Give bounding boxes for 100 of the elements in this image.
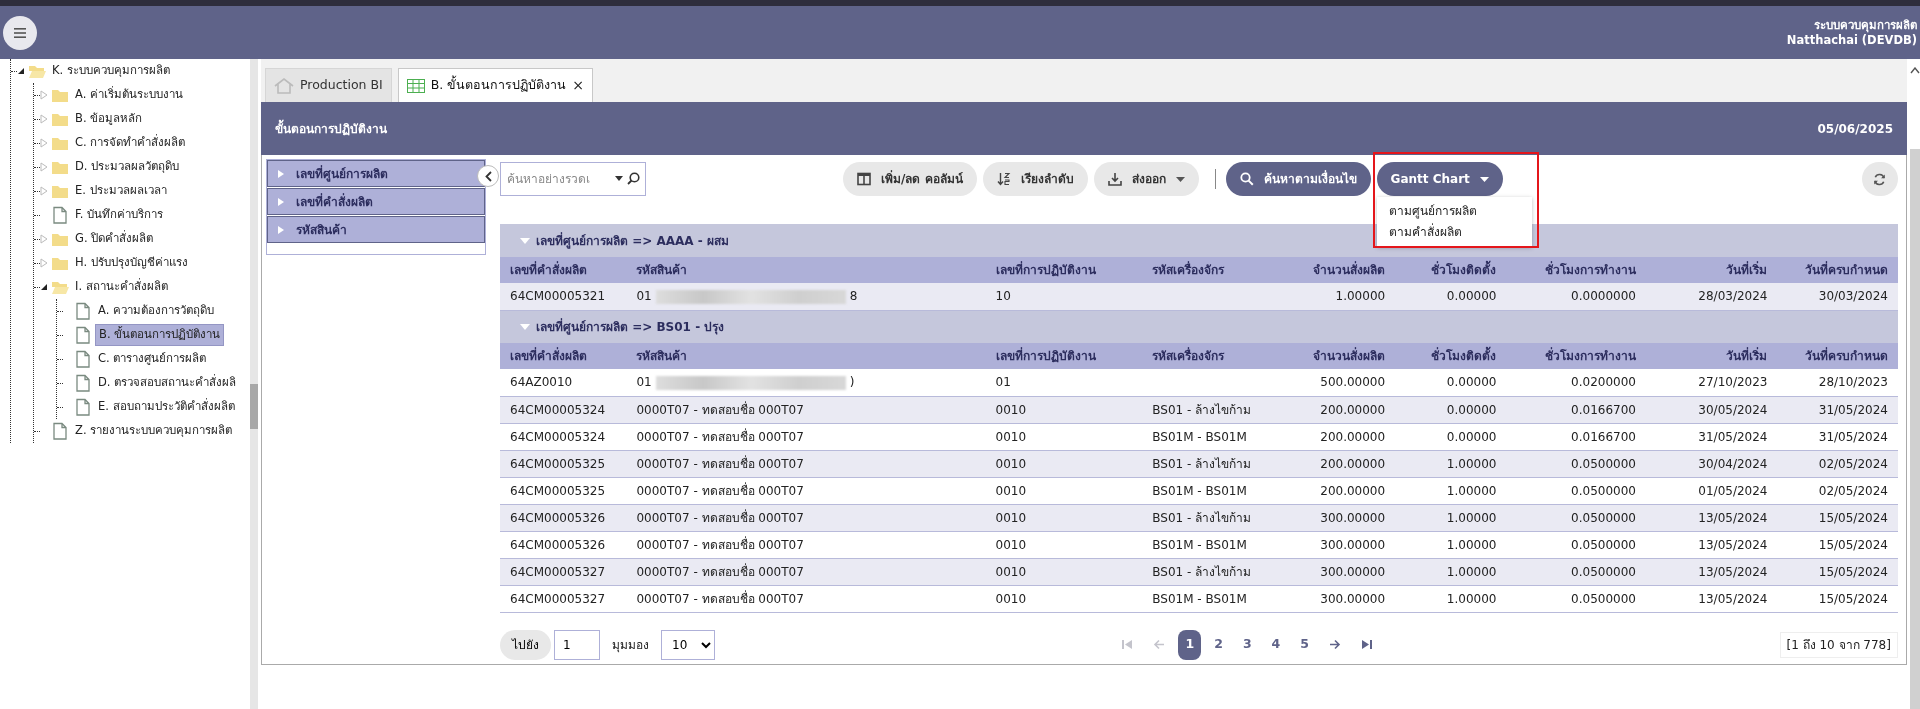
table-cell: BS01 - ล้างไขก้าม bbox=[1152, 456, 1252, 471]
tree-item[interactable]: D. ตรวจสอบสถานะคำสั่งผลิ bbox=[95, 373, 240, 393]
caret-down-icon[interactable] bbox=[615, 176, 623, 181]
tree-item[interactable]: C. การจัดทำคำสั่งผลิต bbox=[72, 133, 189, 153]
table-cell: 0010 bbox=[995, 483, 1027, 498]
group-title: เลขที่ศูนย์การผลิต => AAAA - ผสม bbox=[536, 231, 729, 250]
table-cell: 1.00000 bbox=[1446, 564, 1497, 579]
menu-item[interactable]: ตามคำสั่งผลิต bbox=[1376, 222, 1532, 243]
toolbar-button[interactable]: เพิ่ม/ลด คอลัมน์ bbox=[843, 162, 977, 196]
refresh-icon bbox=[1873, 172, 1887, 186]
tree-item[interactable]: E. ประมวลผลเวลา bbox=[72, 181, 170, 201]
table-cell: 0000T07 - ทดสอบชื่อ 000T07 bbox=[636, 456, 804, 471]
table-cell: 64CM00005324 bbox=[510, 429, 606, 444]
page-button[interactable]: 1 bbox=[1178, 629, 1202, 660]
column-header[interactable]: วันที่ครบกำหนด bbox=[1777, 343, 1898, 369]
filter-item[interactable]: เลขที่คำสั่งผลิต bbox=[267, 188, 485, 215]
tree-item[interactable]: F. บันทึกค่าบริการ bbox=[72, 205, 167, 225]
tree-item[interactable]: A. ความต้องการวัตถุดิบ bbox=[95, 301, 217, 321]
tree-item[interactable]: E. สอบถามประวัติคำสั่งผลิต bbox=[95, 397, 238, 417]
page-button[interactable]: 5 bbox=[1293, 629, 1316, 660]
table-cell: 200.00000 bbox=[1320, 429, 1386, 444]
file-icon bbox=[51, 422, 69, 440]
collapsed-toggle-icon[interactable] bbox=[40, 90, 48, 100]
table-cell: 64CM00005326 bbox=[510, 510, 606, 525]
column-header[interactable]: ชั่วโมงติดตั้ง bbox=[1395, 343, 1507, 369]
table-icon bbox=[406, 78, 425, 93]
table-cell: 31/05/2024 bbox=[1818, 429, 1888, 444]
scrollbar-thumb[interactable] bbox=[250, 384, 258, 429]
column-header[interactable]: เลขที่คำสั่งผลิต bbox=[500, 257, 627, 283]
column-header[interactable]: วันที่ครบกำหนด bbox=[1777, 257, 1898, 283]
menu-item[interactable]: ตามศูนย์การผลิต bbox=[1376, 201, 1532, 222]
collapsed-toggle-icon[interactable] bbox=[40, 186, 48, 196]
column-header[interactable]: เลขที่การปฏิบัติงาน bbox=[985, 343, 1143, 369]
goto-button[interactable]: ไปยัง bbox=[500, 629, 551, 660]
scrollbar[interactable] bbox=[1910, 59, 1920, 709]
toolbar-button[interactable]: เรียงลำดับ bbox=[982, 162, 1088, 196]
page-input[interactable]: 1 bbox=[554, 629, 600, 660]
refresh-button[interactable] bbox=[1861, 162, 1898, 196]
collapsed-toggle-icon[interactable] bbox=[40, 162, 48, 172]
column-header[interactable]: รหัสสินค้า bbox=[626, 343, 986, 369]
table-cell: 300.00000 bbox=[1320, 564, 1386, 579]
collapse-arrow-icon[interactable] bbox=[520, 323, 530, 330]
filter-item[interactable]: รหัสสินค้า bbox=[267, 216, 485, 243]
tree-item[interactable]: G. ปิดคำสั่งผลิต bbox=[72, 229, 157, 249]
column-header[interactable]: รหัสเครื่องจักร bbox=[1142, 257, 1274, 283]
file-icon bbox=[74, 326, 92, 344]
tree-item[interactable]: A. ค่าเริ่มต้นระบบงาน bbox=[72, 85, 186, 105]
toolbar-button[interactable]: Gantt Chart bbox=[1376, 162, 1503, 196]
table-cell: 1.00000 bbox=[1446, 591, 1497, 606]
app-title: ระบบควบคุมการผลิต bbox=[1813, 17, 1917, 33]
tab[interactable]: Production BI bbox=[265, 68, 392, 102]
page-button[interactable]: 3 bbox=[1235, 629, 1259, 660]
column-header[interactable]: วันที่เริ่ม bbox=[1646, 257, 1778, 283]
tree-item[interactable]: Z. รายงานระบบควบคุมการผลิต bbox=[72, 421, 236, 441]
expanded-toggle-icon[interactable] bbox=[40, 283, 48, 291]
page-size-select[interactable]: 10 bbox=[661, 629, 715, 660]
column-header[interactable]: ชั่วโมงติดตั้ง bbox=[1395, 257, 1507, 283]
scroll-up-icon[interactable] bbox=[1910, 67, 1920, 74]
column-header[interactable]: ชั่วโมงการทำงาน bbox=[1506, 257, 1646, 283]
column-header[interactable]: รหัสเครื่องจักร bbox=[1142, 343, 1274, 369]
page-button[interactable]: 4 bbox=[1264, 629, 1288, 660]
column-header[interactable]: จำนวนสั่งผลิต bbox=[1273, 343, 1396, 369]
close-icon[interactable]: × bbox=[572, 75, 584, 96]
collapse-button[interactable] bbox=[477, 165, 499, 187]
table-cell: 13/05/2024 bbox=[1698, 510, 1768, 525]
column-header[interactable]: จำนวนสั่งผลิต bbox=[1273, 257, 1396, 283]
table-cell: 0000T07 - ทดสอบชื่อ 000T07 bbox=[636, 591, 804, 606]
toolbar-button[interactable]: ส่งออก bbox=[1093, 162, 1199, 196]
column-header[interactable]: เลขที่คำสั่งผลิต bbox=[500, 343, 627, 369]
tree-item[interactable]: K. ระบบควบคุมการผลิต bbox=[49, 61, 173, 81]
column-header[interactable]: รหัสสินค้า bbox=[626, 257, 986, 283]
first-page-icon bbox=[1121, 639, 1134, 651]
caret-down-icon bbox=[1175, 176, 1185, 182]
collapsed-toggle-icon[interactable] bbox=[40, 114, 48, 124]
tree-item[interactable]: B. ขั้นตอนการปฏิบัติงาน bbox=[95, 324, 225, 346]
table-cell: 1.00000 bbox=[1446, 537, 1497, 552]
tree-item[interactable]: H. ปรับปรุงบัญชีค่าแรง bbox=[72, 253, 191, 273]
menu-button[interactable] bbox=[3, 15, 37, 50]
table-cell: 1.00000 bbox=[1446, 483, 1497, 498]
table-cell: BS01 - ล้างไขก้าม bbox=[1152, 402, 1252, 417]
table-cell: 0.00000 bbox=[1446, 429, 1497, 444]
collapsed-toggle-icon[interactable] bbox=[40, 234, 48, 244]
toolbar-button[interactable]: ค้นหาตามเงื่อนไข bbox=[1225, 162, 1371, 196]
page-button[interactable]: 2 bbox=[1207, 629, 1230, 660]
tree-item[interactable]: D. ประมวลผลวัตถุดิบ bbox=[72, 157, 183, 177]
tree-item[interactable]: B. ข้อมูลหลัก bbox=[72, 109, 146, 129]
tab[interactable]: B. ขั้นตอนการปฏิบัติงาน × bbox=[397, 68, 593, 102]
search-field[interactable]: ค้นหาอย่างรวดเ bbox=[500, 162, 646, 196]
table-cell: 0.0200000 bbox=[1571, 375, 1636, 390]
collapse-arrow-icon[interactable] bbox=[520, 237, 530, 244]
filter-item[interactable]: เลขที่ศูนย์การผลิต bbox=[267, 160, 485, 187]
collapsed-toggle-icon[interactable] bbox=[40, 258, 48, 268]
tree-item[interactable]: I. สถานะคำสั่งผลิต bbox=[72, 277, 171, 297]
column-header[interactable]: วันที่เริ่ม bbox=[1646, 343, 1778, 369]
column-header[interactable]: เลขที่การปฏิบัติงาน bbox=[985, 257, 1143, 283]
collapsed-toggle-icon[interactable] bbox=[40, 138, 48, 148]
expanded-toggle-icon[interactable] bbox=[17, 67, 25, 75]
table-cell: 0000T07 - ทดสอบชื่อ 000T07 bbox=[636, 510, 804, 525]
tree-item[interactable]: C. ตารางศูนย์การผลิต bbox=[95, 349, 210, 369]
column-header[interactable]: ชั่วโมงการทำงาน bbox=[1506, 343, 1646, 369]
